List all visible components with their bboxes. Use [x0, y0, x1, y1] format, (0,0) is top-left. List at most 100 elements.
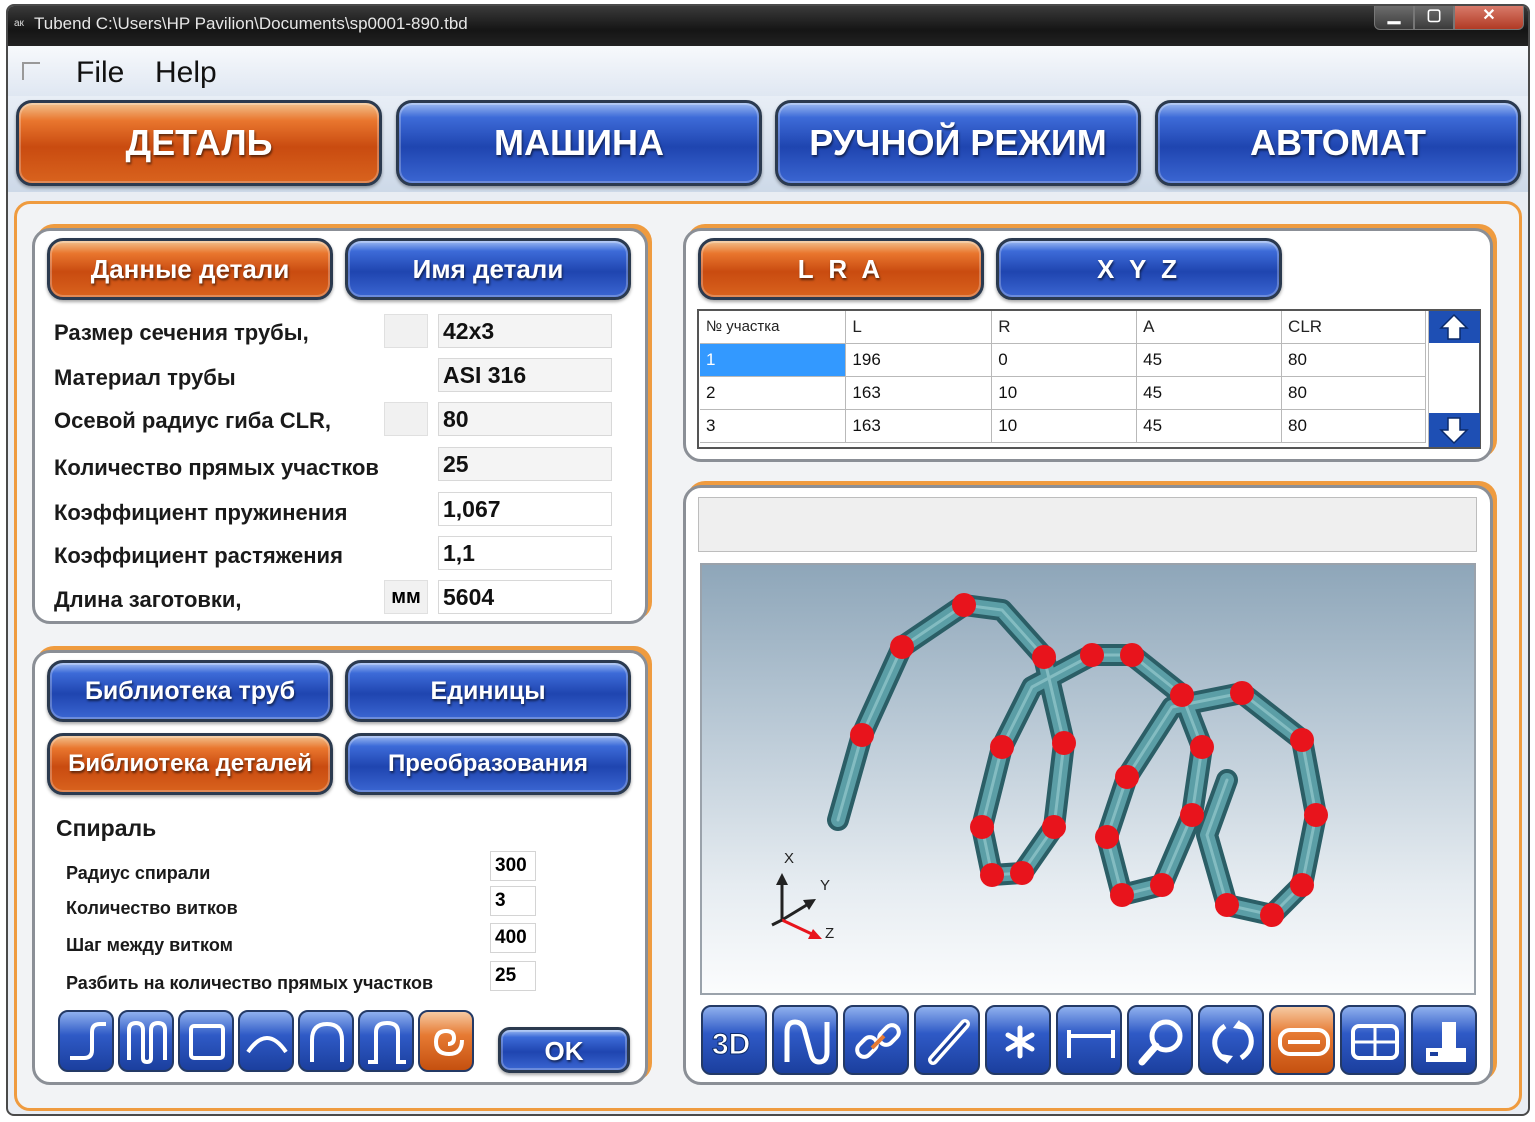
scroll-up-button[interactable]: [1429, 311, 1480, 343]
axis-z-label: Z: [825, 925, 835, 942]
elongation-field[interactable]: 1,1: [438, 536, 612, 570]
shape-arc-button[interactable]: [238, 1010, 294, 1072]
spiral-shape-icon: [433, 1028, 464, 1057]
fit-view-button[interactable]: [1340, 1005, 1406, 1075]
link-button[interactable]: [843, 1005, 909, 1075]
print-button[interactable]: [1411, 1005, 1477, 1075]
3d-view-button[interactable]: 3D: [701, 1005, 767, 1075]
table-cell[interactable]: 45: [1136, 409, 1283, 443]
table-cell[interactable]: 2: [700, 376, 847, 410]
meander-shape-icon: [127, 1020, 167, 1065]
table-row[interactable]: 1 196 0 45 80: [700, 343, 1426, 377]
tube-button[interactable]: [914, 1005, 980, 1075]
shape-u-button[interactable]: [298, 1010, 354, 1072]
omega-shape-icon: [368, 1020, 406, 1064]
tube-size-field[interactable]: 42x3: [438, 314, 612, 348]
table-cell[interactable]: 10: [991, 376, 1138, 410]
measure-icon: [1067, 1030, 1115, 1058]
xyz-tab[interactable]: X Y Z: [996, 238, 1282, 300]
table-cell[interactable]: 80: [1281, 343, 1426, 377]
table-cell[interactable]: 196: [845, 343, 993, 377]
table-cell[interactable]: 3: [700, 409, 847, 443]
tube-material-label: Материал трубы: [54, 365, 236, 390]
tab-machine[interactable]: МАШИНА: [396, 100, 762, 186]
spiral-segments-field[interactable]: 25: [490, 961, 536, 991]
units-button[interactable]: Единицы: [345, 660, 631, 722]
bend-shape-icon: [70, 1022, 106, 1060]
straight-count-label: Количество прямых участков: [54, 455, 379, 480]
main-tab-bar: ДЕТАЛЬ МАШИНА РУЧНОЙ РЕЖИМ АВТОМАТ: [8, 96, 1528, 192]
table-cell[interactable]: 0: [991, 343, 1138, 377]
menu-file[interactable]: File: [76, 56, 124, 90]
3d-viewport[interactable]: X Y Z: [700, 563, 1476, 995]
menu-bar: File Help: [8, 46, 1528, 96]
zoom-icon: [1138, 1019, 1183, 1066]
table-scrollbar[interactable]: [1428, 311, 1480, 447]
title-bar: ак Tubend C:\Users\HP Pavilion\Documents…: [8, 6, 1528, 46]
bend-path-button[interactable]: [772, 1005, 838, 1075]
fit-view-icon: [1351, 1024, 1399, 1060]
u-shape-icon: [310, 1021, 344, 1062]
shape-spiral-button[interactable]: [418, 1010, 474, 1072]
tab-manual-mode[interactable]: РУЧНОЙ РЕЖИМ: [775, 100, 1141, 186]
col-clr[interactable]: CLR: [1281, 311, 1426, 344]
spiral-turns-field[interactable]: 3: [490, 886, 536, 916]
shape-bend-button[interactable]: [58, 1010, 114, 1072]
table-cell[interactable]: 80: [1281, 409, 1426, 443]
shape-meander-button[interactable]: [118, 1010, 174, 1072]
tab-part[interactable]: ДЕТАЛЬ: [16, 100, 382, 186]
col-a[interactable]: A: [1136, 311, 1283, 344]
minimize-icon: ▁: [1387, 7, 1401, 24]
lra-tab[interactable]: L R A: [698, 238, 984, 300]
transform-button[interactable]: Преобразования: [345, 733, 631, 795]
spiral-pitch-label: Шаг между витком: [66, 935, 233, 955]
tube-material-field[interactable]: ASI 316: [438, 358, 612, 392]
spiral-pitch-field[interactable]: 400: [490, 923, 536, 953]
menu-help[interactable]: Help: [155, 56, 217, 90]
scroll-down-button[interactable]: [1429, 413, 1480, 447]
table-cell[interactable]: 45: [1136, 343, 1283, 377]
table-cell[interactable]: 1: [700, 343, 847, 377]
part-data-tab[interactable]: Данные детали: [47, 238, 333, 300]
spiral-radius-field[interactable]: 300: [490, 851, 536, 881]
part-name-tab[interactable]: Имя детали: [345, 238, 631, 300]
tab-automatic[interactable]: АВТОМАТ: [1155, 100, 1521, 186]
shape-omega-button[interactable]: [358, 1010, 414, 1072]
collision-icon: [1278, 1028, 1330, 1056]
col-r[interactable]: R: [991, 311, 1138, 344]
table-row[interactable]: 2 163 10 45 80: [700, 376, 1426, 410]
table-cell[interactable]: 163: [845, 409, 993, 443]
clr-field[interactable]: 80: [438, 402, 612, 436]
col-segment-no[interactable]: № участка: [700, 311, 847, 344]
close-button[interactable]: ✕: [1454, 6, 1524, 30]
table-cell[interactable]: 45: [1136, 376, 1283, 410]
asterisk-button[interactable]: [985, 1005, 1051, 1075]
springback-field[interactable]: 1,067: [438, 492, 612, 526]
shape-square-button[interactable]: [178, 1010, 234, 1072]
blank-length-field[interactable]: 5604: [438, 580, 612, 614]
measure-button[interactable]: [1056, 1005, 1122, 1075]
blank-length-label: Длина заготовки,: [54, 587, 242, 612]
minimize-button[interactable]: ▁: [1374, 6, 1414, 30]
ok-button[interactable]: OK: [498, 1027, 630, 1073]
table-cell[interactable]: 10: [991, 409, 1138, 443]
zoom-button[interactable]: [1127, 1005, 1193, 1075]
rotate-button[interactable]: [1198, 1005, 1264, 1075]
link-icon: [855, 1023, 901, 1059]
table-row[interactable]: 3 163 10 45 80: [700, 409, 1426, 443]
straight-count-field[interactable]: 25: [438, 447, 612, 481]
table-cell[interactable]: 163: [845, 376, 993, 410]
system-menu-icon[interactable]: [22, 62, 40, 80]
collision-button[interactable]: [1269, 1005, 1335, 1075]
part-library-button[interactable]: Библиотека деталей: [47, 733, 333, 795]
tube-icon: [928, 1019, 970, 1065]
tube-spiral-model: [771, 593, 1328, 939]
col-l[interactable]: L: [845, 311, 993, 344]
table-header-row: № участка L R A CLR: [700, 311, 1426, 344]
maximize-button[interactable]: ▢: [1414, 6, 1454, 30]
arrow-down-icon: [1439, 417, 1469, 445]
tube-size-unit: [384, 314, 428, 348]
table-cell[interactable]: 80: [1281, 376, 1426, 410]
view-status-bar: [698, 497, 1477, 552]
tube-library-button[interactable]: Библиотека труб: [47, 660, 333, 722]
